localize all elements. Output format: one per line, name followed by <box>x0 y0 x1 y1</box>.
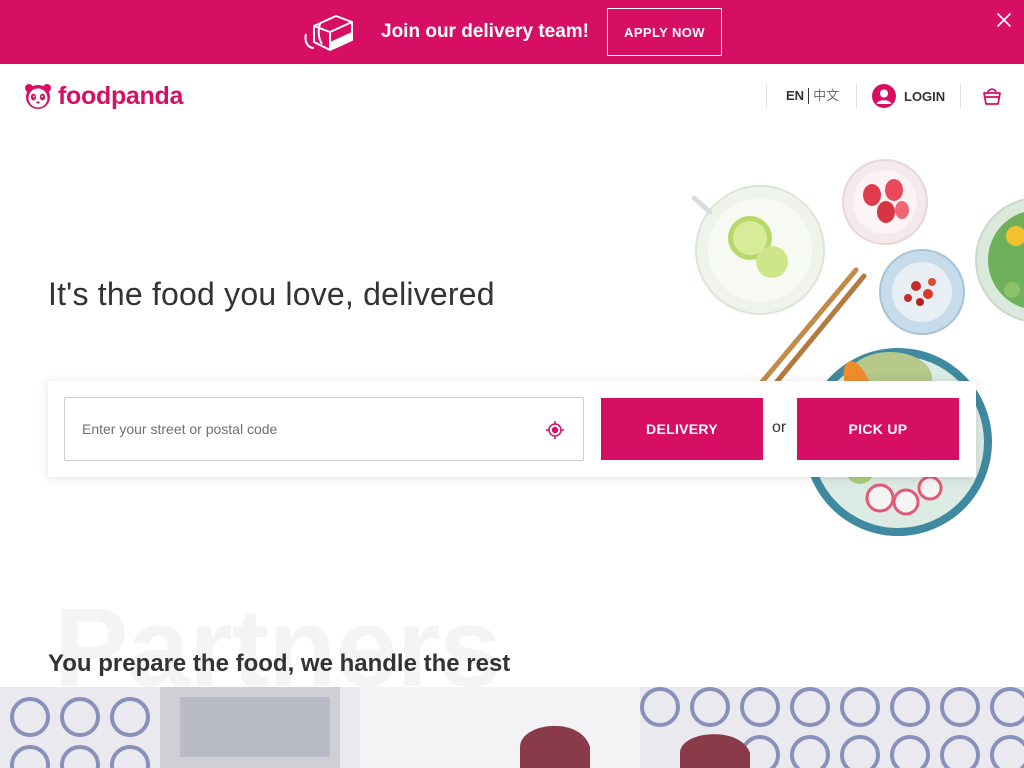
language-switcher: EN 中文 <box>786 88 839 104</box>
chili-bowl <box>879 249 965 335</box>
crosshair-locate-icon[interactable] <box>545 420 565 440</box>
delivery-button[interactable]: DELIVERY <box>601 398 763 460</box>
user-avatar-icon <box>872 84 896 108</box>
promo-banner: Join our delivery team! APPLY NOW <box>0 0 1024 64</box>
hero-title: It's the food you love, delivered <box>48 276 495 312</box>
language-en[interactable]: EN <box>786 88 804 104</box>
header-divider <box>856 84 857 108</box>
partners-kitchen-photo <box>0 687 1024 768</box>
shopping-basket-icon[interactable] <box>982 86 1002 106</box>
login-button[interactable]: LOGIN <box>872 84 945 108</box>
brand-logo[interactable]: foodpanda <box>24 82 183 110</box>
apply-now-button[interactable]: APPLY NOW <box>607 8 722 56</box>
language-separator <box>808 88 810 104</box>
panda-logo-icon <box>25 84 51 109</box>
pickup-button[interactable]: PICK UP <box>797 398 959 460</box>
site-header: foodpanda EN 中文 LOGIN <box>0 64 1024 128</box>
login-label: LOGIN <box>904 88 946 104</box>
promo-text: Join our delivery team! <box>381 21 590 42</box>
brand-name: foodpanda <box>58 82 184 110</box>
hero-food-image <box>691 159 1024 536</box>
close-icon[interactable] <box>996 12 1012 28</box>
language-zh[interactable]: 中文 <box>813 88 839 104</box>
header-divider <box>960 84 961 108</box>
strawberry-bowl <box>842 159 928 245</box>
lime-drink-glass <box>691 185 825 315</box>
partners-subtitle: You prepare the food, we handle the rest <box>48 650 511 677</box>
header-divider <box>766 84 767 108</box>
address-input-wrapper <box>64 397 584 461</box>
address-search-card: DELIVERY or PICK UP <box>48 381 976 477</box>
or-separator: or <box>772 419 787 436</box>
delivery-bag-icon <box>304 15 353 51</box>
address-search-input[interactable] <box>65 398 535 460</box>
green-salad-bowl <box>975 198 1024 322</box>
